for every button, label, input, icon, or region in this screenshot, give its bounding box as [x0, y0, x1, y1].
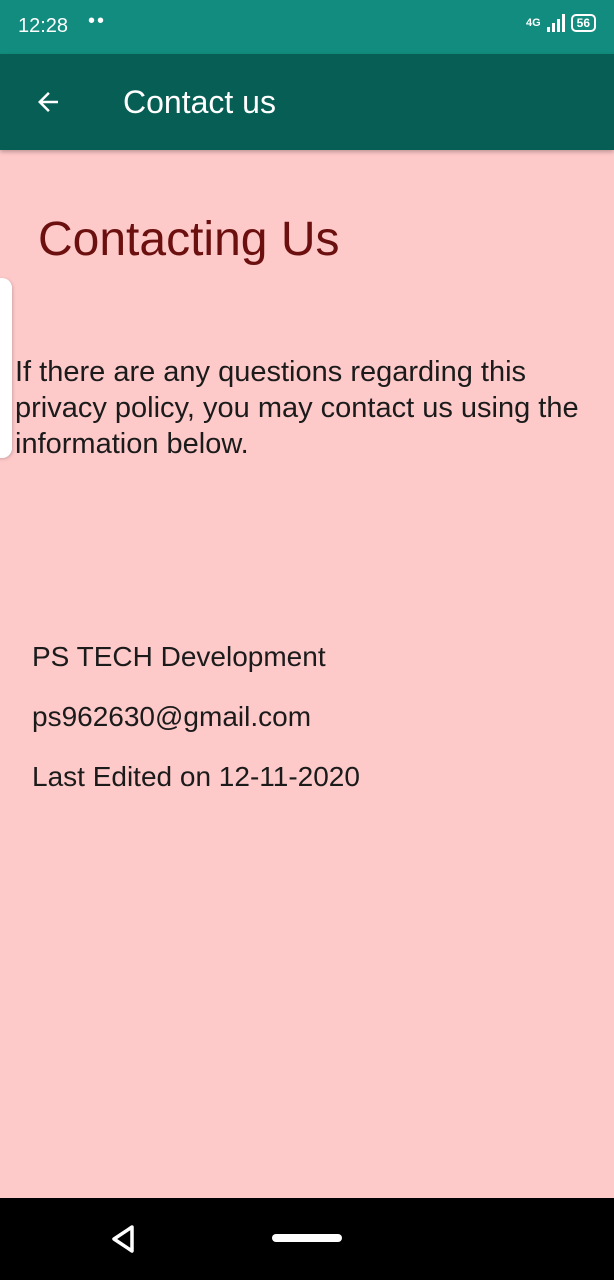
signal-icon — [546, 14, 565, 32]
status-time: 12:28 — [18, 15, 69, 37]
status-indicators: 4G 56 — [526, 14, 596, 32]
section-heading: Contacting Us — [38, 213, 340, 266]
intro-line: If there are any questions regarding thi… — [15, 356, 527, 388]
app-bar: Contact us — [0, 54, 614, 150]
battery-icon: 56 — [570, 14, 596, 32]
side-drawer-handle[interactable] — [0, 278, 12, 458]
notification-dots-icon: •• — [88, 10, 107, 32]
home-pill-icon[interactable] — [272, 1234, 342, 1242]
triangle-back-icon[interactable] — [106, 1222, 140, 1256]
contact-email[interactable]: ps962630@gmail.com — [32, 701, 311, 733]
arrow-left-icon — [38, 92, 58, 112]
intro-line: privacy policy, you may contact us using… — [15, 392, 579, 424]
status-bar: 12:28 •• 4G 56 — [0, 0, 614, 54]
intro-line: information below. — [15, 428, 249, 460]
intro-paragraph: If there are any questions regarding thi… — [15, 354, 614, 462]
last-edited-date: Last Edited on 12-11-2020 — [32, 761, 360, 792]
company-name: PS TECH Development — [32, 641, 326, 672]
back-button[interactable] — [24, 78, 72, 126]
page-title: Contact us — [123, 84, 276, 120]
network-type-label: 4G — [525, 17, 541, 29]
system-nav-bar — [0, 1198, 614, 1280]
